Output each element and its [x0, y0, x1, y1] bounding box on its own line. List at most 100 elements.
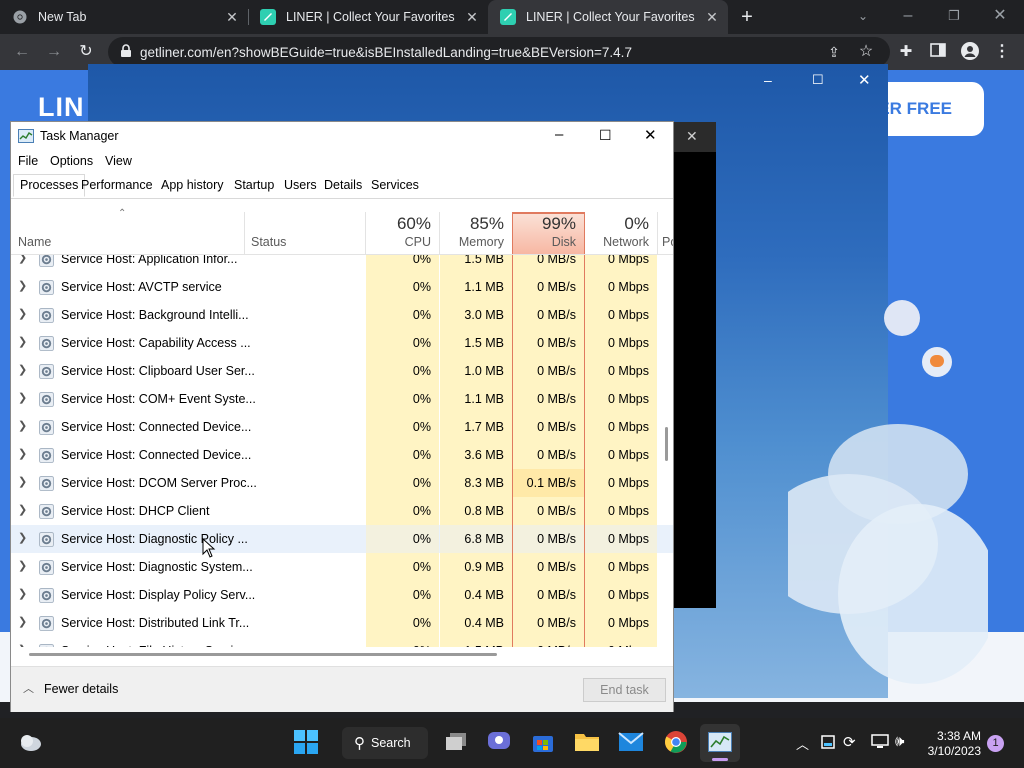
expand-chevron-icon[interactable]: ❯: [18, 363, 27, 376]
maximize-icon[interactable]: ☐: [812, 72, 824, 88]
chevron-up-icon[interactable]: ︿: [23, 680, 34, 696]
expand-chevron-icon[interactable]: ❯: [18, 615, 27, 628]
close-icon[interactable]: ✕: [686, 128, 698, 145]
reload-icon[interactable]: ↻: [76, 42, 96, 62]
close-tab-icon[interactable]: ✕: [224, 9, 240, 25]
tab-performance[interactable]: Performance: [81, 178, 153, 192]
menu-file[interactable]: File: [18, 154, 38, 168]
tab-details[interactable]: Details: [324, 178, 362, 192]
column-cpu[interactable]: 60% CPU: [366, 212, 439, 254]
share-icon[interactable]: ⇪: [824, 42, 844, 62]
table-row[interactable]: ❯ Service Host: DHCP Client 0% 0.8 MB 0 MB/s…: [11, 497, 673, 525]
task-manager-taskbar-button[interactable]: [700, 724, 740, 762]
tab-users[interactable]: Users: [284, 178, 317, 192]
column-network[interactable]: 0% Network: [585, 212, 657, 254]
close-icon[interactable]: ✕: [644, 126, 657, 144]
column-power[interactable]: Po: [658, 212, 673, 254]
table-row[interactable]: ❯ Service Host: Diagnostic System... 0% 0.9…: [11, 553, 673, 581]
expand-chevron-icon[interactable]: ❯: [18, 643, 27, 647]
horizontal-scrollbar-thumb[interactable]: [29, 653, 497, 656]
task-view-icon[interactable]: [442, 728, 470, 756]
teams-chat-icon[interactable]: [485, 728, 513, 756]
close-icon[interactable]: ✕: [858, 71, 871, 89]
microsoft-store-icon[interactable]: [529, 728, 557, 756]
column-status[interactable]: Status: [245, 212, 365, 254]
liner-logo[interactable]: LIN: [38, 92, 85, 123]
back-icon[interactable]: ←: [12, 42, 32, 62]
restore-icon[interactable]: ❐: [944, 6, 964, 26]
star-icon[interactable]: ☆: [856, 42, 876, 62]
expand-chevron-icon[interactable]: ❯: [18, 419, 27, 432]
table-row[interactable]: ❯ Service Host: Application Infor... 0% 1.5…: [11, 255, 673, 273]
forward-icon[interactable]: →: [44, 42, 64, 62]
mail-icon[interactable]: [617, 728, 645, 756]
close-tab-icon[interactable]: ✕: [464, 9, 480, 25]
extensions-icon[interactable]: ✚: [896, 42, 916, 62]
show-hidden-icons-icon[interactable]: ︿: [796, 734, 809, 753]
tab-new-tab[interactable]: New Tab ✕: [0, 0, 248, 34]
table-row[interactable]: ❯ Service Host: Clipboard User Ser... 0% 1.…: [11, 357, 673, 385]
table-row[interactable]: ❯ Service Host: Distributed Link Tr... 0% 0…: [11, 609, 673, 637]
storage-tray-icon[interactable]: [820, 734, 836, 753]
menu-icon[interactable]: ⋮: [992, 42, 1012, 62]
close-window-icon[interactable]: ✕: [990, 6, 1010, 26]
taskbar-search-button[interactable]: ⚲ Search: [342, 727, 428, 759]
tab-startup[interactable]: Startup: [234, 178, 274, 192]
tab-processes[interactable]: Processes: [13, 174, 86, 197]
tab-liner-2[interactable]: LINER | Collect Your Favorites ✕: [488, 0, 728, 34]
expand-chevron-icon[interactable]: ❯: [18, 307, 27, 320]
new-tab-icon[interactable]: +: [737, 7, 757, 27]
minimize-icon[interactable]: –: [555, 126, 563, 143]
table-row[interactable]: ❯ Service Host: Capability Access ... 0% 1.…: [11, 329, 673, 357]
table-row[interactable]: ❯ Service Host: DCOM Server Proc... 0% 8.3 …: [11, 469, 673, 497]
end-task-button[interactable]: End task: [583, 678, 666, 702]
menu-options[interactable]: Options: [50, 154, 93, 168]
column-disk[interactable]: 99% Disk: [512, 212, 585, 254]
chrome-icon[interactable]: [662, 728, 690, 756]
table-row[interactable]: ❯ Service Host: File History Servic... 0%1…: [11, 637, 673, 647]
menu-view[interactable]: View: [105, 154, 132, 168]
maximize-icon[interactable]: ☐: [599, 127, 612, 144]
expand-chevron-icon[interactable]: ❯: [18, 559, 27, 572]
expand-chevron-icon[interactable]: ❯: [18, 255, 27, 264]
close-tab-icon[interactable]: ✕: [704, 9, 720, 25]
tab-liner-1[interactable]: LINER | Collect Your Favorites ✕: [248, 0, 488, 34]
address-bar[interactable]: getliner.com/en?showBEGuide=true&isBEIns…: [108, 37, 890, 67]
table-row[interactable]: ❯ Service Host: Connected Device... 0% 3.6 …: [11, 441, 673, 469]
sync-tray-icon[interactable]: ⟳: [843, 733, 856, 751]
sidebar-icon[interactable]: [928, 42, 948, 62]
fewer-details-link[interactable]: Fewer details: [44, 682, 118, 696]
expand-chevron-icon[interactable]: ❯: [18, 447, 27, 460]
horizontal-scrollbar[interactable]: [11, 649, 673, 659]
expand-chevron-icon[interactable]: ❯: [18, 531, 27, 544]
table-row[interactable]: ❯ Service Host: Background Intelli... 0% 3.…: [11, 301, 673, 329]
table-row[interactable]: ❯ Service Host: COM+ Event Syste... 0% 1.1 …: [11, 385, 673, 413]
tab-services[interactable]: Services: [371, 178, 419, 192]
table-row[interactable]: ❯ Service Host: AVCTP service 0% 1.1 MB 0 MB…: [11, 273, 673, 301]
table-row[interactable]: ❯ Service Host: Diagnostic Policy ... 0% 6.…: [11, 525, 673, 553]
expand-chevron-icon[interactable]: ❯: [18, 279, 27, 292]
profile-icon[interactable]: [960, 42, 980, 62]
table-row[interactable]: ❯ Service Host: Connected Device... 0% 1.7 …: [11, 413, 673, 441]
lock-icon[interactable]: [120, 43, 132, 61]
title-bar[interactable]: Task Manager – ☐ ✕: [11, 122, 673, 150]
volume-icon[interactable]: 🕪: [895, 733, 904, 750]
file-explorer-icon[interactable]: [573, 728, 601, 756]
weather-icon[interactable]: [16, 728, 44, 756]
column-name[interactable]: Name: [11, 212, 244, 254]
table-row[interactable]: ❯ Service Host: Display Policy Serv... 0% 0…: [11, 581, 673, 609]
notification-badge[interactable]: 1: [987, 735, 1004, 752]
clock[interactable]: 3:38 AM 3/10/2023: [925, 729, 981, 759]
minimize-icon[interactable]: –: [898, 6, 918, 26]
tab-search-icon[interactable]: ⌄: [853, 6, 873, 26]
network-tray-icon[interactable]: [871, 733, 889, 752]
windows-start-icon[interactable]: [292, 728, 320, 756]
expand-chevron-icon[interactable]: ❯: [18, 587, 27, 600]
expand-chevron-icon[interactable]: ❯: [18, 503, 27, 516]
minimize-icon[interactable]: –: [764, 72, 772, 88]
expand-chevron-icon[interactable]: ❯: [18, 335, 27, 348]
vertical-scrollbar-thumb[interactable]: [665, 427, 668, 461]
expand-chevron-icon[interactable]: ❯: [18, 475, 27, 488]
expand-chevron-icon[interactable]: ❯: [18, 391, 27, 404]
tab-app-history[interactable]: App history: [161, 178, 224, 192]
